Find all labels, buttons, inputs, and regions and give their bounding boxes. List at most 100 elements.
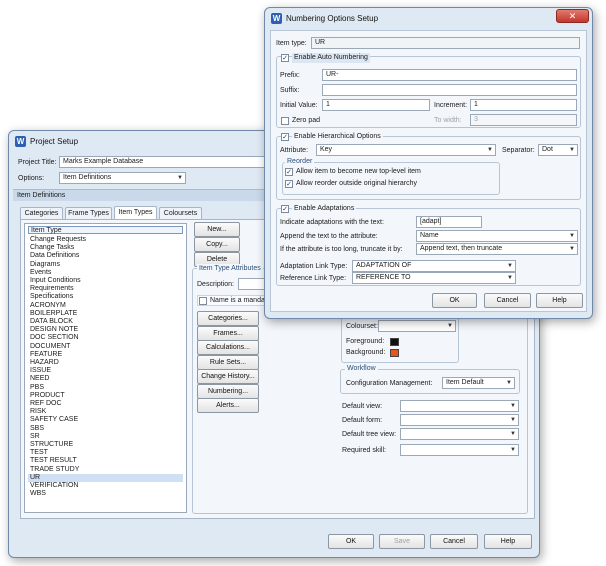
required-skill-select[interactable]: ▼ [400,444,519,456]
rule-sets-button[interactable]: Rule Sets... [197,354,259,370]
colourset-select[interactable]: ▼ [378,320,456,332]
help-button[interactable]: Help [484,534,532,549]
list-item[interactable]: ACRONYM [28,302,183,310]
list-item[interactable]: Data Definitions [28,252,183,260]
increment-field[interactable]: 1 [470,99,577,111]
initial-value-field[interactable]: 1 [322,99,430,111]
change-history-button[interactable]: Change History... [197,369,259,384]
default-form-select[interactable]: ▼ [400,414,519,426]
list-item[interactable]: Events [28,269,183,277]
append-text-select[interactable]: Name ▼ [416,230,578,242]
allow-reorder-checkbox[interactable]: ✓ [285,180,293,188]
allow-top-level-checkbox[interactable]: ✓ [285,168,293,176]
tab-item-types[interactable]: Item Types [114,206,157,219]
zero-pad-checkbox[interactable] [281,117,289,125]
enable-hierarchical-checkbox[interactable]: ✓ [281,133,289,141]
close-button[interactable]: ✕ [556,9,589,23]
project-title-field[interactable]: Marks Example Database [59,156,269,168]
reference-link-value: REFERENCE TO [356,274,411,281]
list-item[interactable]: WBS [28,490,183,498]
list-item[interactable]: SAFETY CASE [28,416,183,424]
list-item[interactable]: Requirements [28,285,183,293]
list-item[interactable]: PBS [28,384,183,392]
cancel-button[interactable]: Cancel [430,534,478,549]
numbering-button[interactable]: Numbering... [197,383,259,399]
numbering-titlebar[interactable]: W Numbering Options Setup ✕ [265,8,592,30]
options-select[interactable]: Item Definitions ▼ [59,172,186,184]
attribute-label: Attribute: [280,147,309,154]
list-item[interactable]: VERIFICATION [28,482,183,490]
copy-button[interactable]: Copy... [194,237,240,252]
numbering-help-button[interactable]: Help [536,293,583,308]
prefix-field[interactable]: UR- [322,69,577,81]
numbering-cancel-button[interactable]: Cancel [484,293,531,308]
enable-auto-numbering-checkbox[interactable]: ✓ [281,54,289,62]
alerts-button[interactable]: Alerts... [197,398,259,413]
list-item[interactable]: Change Tasks [28,244,183,252]
foreground-swatch[interactable] [390,338,399,346]
tab-categories[interactable]: Categories [20,207,63,219]
separator-select[interactable]: Dot ▼ [538,144,578,156]
default-tree-view-select[interactable]: ▼ [400,428,519,440]
indicate-adaptations-field[interactable]: [adapt] [416,216,482,228]
save-button[interactable]: Save [379,534,425,549]
item-type-field: UR [311,37,580,49]
chevron-down-icon: ▼ [510,403,516,409]
list-item[interactable]: DATA BLOCK [28,318,183,326]
allow-reorder-label: Allow reorder outside original hierarchy [296,180,418,187]
reference-link-select[interactable]: REFERENCE TO ▼ [352,272,516,284]
enable-adaptations-checkbox[interactable]: ✓ [281,205,289,213]
chevron-down-icon: ▼ [506,380,512,386]
options-label: Options: [18,175,45,182]
list-item[interactable]: BOILERPLATE [28,310,183,318]
list-item[interactable]: UR [28,473,183,482]
list-item[interactable]: Specifications [28,293,183,301]
chevron-down-icon: ▼ [510,447,516,453]
list-item[interactable]: DOCUMENT [28,343,183,351]
list-item[interactable]: FEATURE [28,351,183,359]
default-view-select[interactable]: ▼ [400,400,519,412]
list-item[interactable]: TEST RESULT [28,457,183,465]
adaptation-link-value: ADAPTATION OF [356,262,412,269]
list-item[interactable]: PRODUCT [28,392,183,400]
tab-coloursets[interactable]: Coloursets [159,207,202,219]
list-item[interactable]: Change Requests [28,236,183,244]
truncate-select[interactable]: Append text, then truncate ▼ [416,243,578,255]
adaptation-link-select[interactable]: ADAPTATION OF ▼ [352,260,516,272]
numbering-ok-button[interactable]: OK [432,293,477,308]
list-item[interactable]: SBS [28,425,183,433]
list-item[interactable]: RISK [28,408,183,416]
list-item[interactable]: HAZARD [28,359,183,367]
suffix-field[interactable] [322,84,577,96]
append-text-label: Append the text to the attribute: [280,233,378,240]
background-swatch[interactable] [390,349,399,357]
list-header[interactable]: Item Type [28,226,183,235]
categories-button[interactable]: Categories... [197,311,259,326]
frames-button[interactable]: Frames... [197,325,259,341]
attributes-group-title: Item Type Attributes [197,264,263,273]
list-item[interactable]: REF DOC [28,400,183,408]
new-button[interactable]: New... [194,222,240,237]
project-title-label: Project Title: [18,159,57,166]
list-item[interactable]: Input Conditions [28,277,183,285]
to-width-field[interactable]: 3 [470,114,577,126]
name-mandatory-checkbox[interactable] [199,297,207,305]
increment-label: Increment: [434,102,468,109]
list-item[interactable]: SR [28,433,183,441]
enable-hierarchical-label: Enable Hierarchical Options [292,132,383,142]
calculations-button[interactable]: Calculations... [197,340,259,355]
list-item[interactable]: DESIGN NOTE [28,326,183,334]
list-item[interactable]: Diagrams [28,261,183,269]
tab-frame-types[interactable]: Frame Types [65,207,112,219]
list-item[interactable]: DOC SECTION [28,334,183,342]
truncate-value: Append text, then truncate [420,245,503,252]
list-item[interactable]: TEST [28,449,183,457]
list-item[interactable]: TRADE STUDY [28,466,183,474]
list-item[interactable]: NEED [28,375,183,383]
attribute-select[interactable]: Key ▼ [316,144,496,156]
item-type-list[interactable]: Item Type Change Requests Change Tasks Dat… [24,223,187,513]
list-item[interactable]: STRUCTURE [28,441,183,449]
ok-button[interactable]: OK [328,534,374,549]
list-item[interactable]: ISSUE [28,367,183,375]
config-management-select[interactable]: Item Default ▼ [442,377,515,389]
